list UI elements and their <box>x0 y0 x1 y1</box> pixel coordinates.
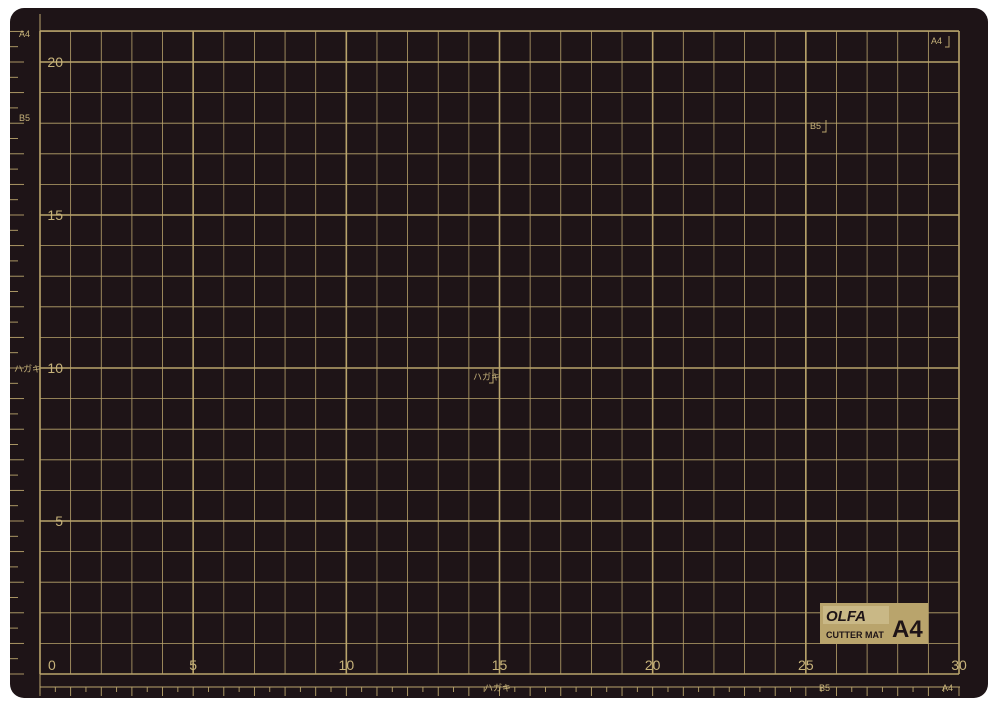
y-axis-label: 10 <box>47 360 63 376</box>
logo-size: A4 <box>892 616 923 643</box>
x-axis-label: 30 <box>951 657 967 673</box>
olfa-logo: OLFA CUTTER MAT A4 <box>820 603 928 644</box>
x-axis-label: 10 <box>339 657 355 673</box>
b5-mark-left: B5 <box>19 113 30 123</box>
x-axis-label: 0 <box>48 657 56 673</box>
y-axis-label: 15 <box>47 207 63 223</box>
a4-mark-top-right: A4 <box>931 36 942 46</box>
b5-mark-inner: B5 <box>810 121 821 131</box>
x-axis-label: 25 <box>798 657 814 673</box>
logo-product: CUTTER MAT <box>826 630 884 640</box>
a4-mark-bottom-right: A4 <box>942 683 953 693</box>
b5-mark-bottom: B5 <box>819 683 830 693</box>
postcard-mark-left: ハガキ <box>14 364 41 374</box>
a4-mark-top-left: A4 <box>19 29 30 39</box>
y-axis-label: 20 <box>47 54 63 70</box>
logo-brand: OLFA <box>826 608 866 625</box>
postcard-mark-inner: ハガキ <box>473 372 500 382</box>
x-axis-label: 20 <box>645 657 661 673</box>
postcard-mark-bottom: ハガキ <box>484 683 511 693</box>
cutting-mat: 0 5 10 15 20 25 30 5 10 15 20 A4 A4 A4 B5 B5 B5 ハ… <box>10 8 988 698</box>
x-axis-label: 5 <box>189 657 197 673</box>
y-axis-label: 5 <box>55 513 63 529</box>
x-axis-label: 15 <box>492 657 508 673</box>
